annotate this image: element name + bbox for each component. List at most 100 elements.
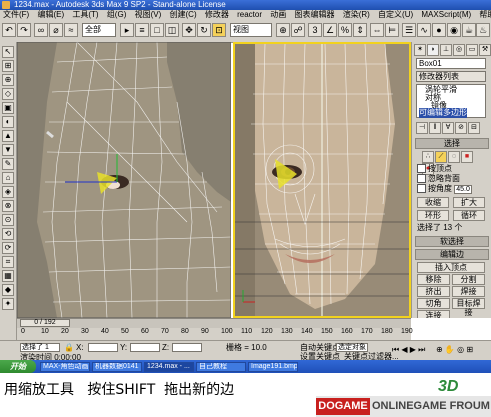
tool-icon[interactable]: ↖ (2, 46, 14, 58)
rollout-soft-selection[interactable]: 软选择 (415, 236, 489, 247)
selection-filter-dropdown[interactable]: 全部 (82, 23, 116, 37)
tool-icon[interactable]: ⊗ (2, 200, 14, 212)
menu-group[interactable]: 组(G) (107, 10, 127, 19)
tool-icon[interactable]: ⟳ (2, 242, 14, 254)
taskbar-item[interactable]: MAX-角色动画 (40, 362, 90, 372)
extrude-button[interactable]: 挤出 (417, 286, 450, 297)
pin-stack-icon[interactable]: ⊣ (416, 122, 428, 134)
selected-object-dropdown[interactable]: 选定对象 (336, 343, 368, 352)
modifier-list-dropdown[interactable]: 修改器列表 (416, 71, 486, 82)
tool-icon[interactable]: ⊞ (2, 60, 14, 72)
select-rotate-icon[interactable]: ↻ (197, 23, 211, 37)
angle-snap-icon[interactable]: ∠ (323, 23, 337, 37)
rollout-selection[interactable]: 选择 (415, 138, 489, 149)
tool-icon[interactable]: ⌗ (2, 256, 14, 268)
viewport-front[interactable] (233, 42, 411, 318)
remove-modifier-icon[interactable]: ⊘ (455, 122, 467, 134)
menu-modifiers[interactable]: 修改器 (205, 10, 229, 19)
menu-create[interactable]: 创建(C) (170, 10, 197, 19)
render-setup-icon[interactable]: ◉ (447, 23, 461, 37)
menu-animation[interactable]: 动画 (270, 10, 286, 19)
lock-selection-icon[interactable]: 🔒 (64, 343, 74, 352)
layer-manager-icon[interactable]: ☰ (402, 23, 416, 37)
quick-render-icon[interactable]: ☕ (462, 23, 476, 37)
tool-icon[interactable]: ▣ (2, 102, 14, 114)
display-tab-icon[interactable]: ▭ (466, 44, 478, 56)
window-crossing-icon[interactable]: ◫ (165, 23, 179, 37)
menu-file[interactable]: 文件(F) (3, 10, 29, 19)
modify-tab-icon[interactable]: ◗ (427, 44, 439, 56)
snap-toggle-icon[interactable]: 3 (308, 23, 322, 37)
link-icon[interactable]: ∞ (34, 23, 48, 37)
create-tab-icon[interactable]: ✶ (414, 44, 426, 56)
make-unique-icon[interactable]: ∀ (442, 122, 454, 134)
grow-button[interactable]: 扩大 (453, 197, 485, 208)
material-editor-icon[interactable]: ● (432, 23, 446, 37)
viewport-left[interactable] (17, 42, 231, 318)
tool-icon[interactable]: ◐ (2, 116, 14, 128)
by-angle-checkbox[interactable]: 按角度 45.0 (417, 184, 473, 194)
ring-button[interactable]: 环形 (417, 210, 449, 221)
taskbar-item-active[interactable]: 1234.max - ... (144, 362, 194, 372)
hierarchy-tab-icon[interactable]: ⊥ (440, 44, 452, 56)
taskbar-item[interactable]: Image191.bmp (248, 362, 298, 372)
tool-icon[interactable]: ⊙ (2, 214, 14, 226)
show-end-result-icon[interactable]: ‖ (429, 122, 441, 134)
play-controls[interactable]: ⏮ ◀ ▶ ⏭ (392, 345, 425, 354)
select-move-icon[interactable]: ✥ (182, 23, 196, 37)
unlink-icon[interactable]: ⌀ (49, 23, 63, 37)
tool-icon[interactable]: ⊕ (2, 74, 14, 86)
connect-button[interactable]: 连接 (417, 310, 450, 318)
time-slider-thumb[interactable]: 0 / 192 (20, 319, 70, 327)
align-icon[interactable]: ⊨ (385, 23, 399, 37)
shrink-button[interactable]: 收缩 (417, 197, 449, 208)
menu-rendering[interactable]: 渲染(R) (343, 10, 370, 19)
x-coord-field[interactable] (88, 343, 118, 352)
edge-mode-icon[interactable]: ⟋ (435, 151, 447, 163)
loop-button[interactable]: 循环 (453, 210, 485, 221)
start-button[interactable]: 开始 (0, 360, 36, 373)
tool-icon[interactable]: ▼ (2, 144, 14, 156)
spinner-snap-icon[interactable]: ⇕ (353, 23, 367, 37)
target-weld-button[interactable]: 目标焊接 (452, 298, 485, 317)
pivot-center-icon[interactable]: ⊕ (276, 23, 290, 37)
menu-help[interactable]: 帮助(H) (479, 10, 491, 19)
render-teapot-icon[interactable]: ♨ (476, 23, 490, 37)
utilities-tab-icon[interactable]: ⚒ (479, 44, 491, 56)
menu-graph-editors[interactable]: 图表编辑器 (294, 10, 334, 19)
y-coord-field[interactable] (130, 343, 160, 352)
mirror-icon[interactable]: ⇔ (370, 23, 384, 37)
tool-icon[interactable]: ✦ (2, 298, 14, 310)
ignore-backfacing-checkbox[interactable]: 忽略背面 (417, 174, 460, 184)
tool-icon[interactable]: ▦ (2, 270, 14, 282)
angle-value-field[interactable]: 45.0 (454, 185, 473, 194)
percent-snap-icon[interactable]: % (338, 23, 352, 37)
bind-space-warp-icon[interactable]: ≈ (64, 23, 78, 37)
configure-sets-icon[interactable]: ⊟ (468, 122, 480, 134)
vertex-mode-icon[interactable]: ∴ (422, 151, 434, 163)
menu-tools[interactable]: 工具(T) (72, 10, 98, 19)
redo-icon[interactable]: ↷ (17, 23, 31, 37)
viewport-nav-icons[interactable]: ⊕ ✋ ◎ ⊞ (436, 345, 473, 354)
polygon-mode-icon[interactable]: ■ (461, 151, 473, 163)
motion-tab-icon[interactable]: ◎ (453, 44, 465, 56)
select-object-icon[interactable]: ▸ (120, 23, 134, 37)
menu-views[interactable]: 视图(V) (135, 10, 162, 19)
object-name-field[interactable]: Box01 (416, 58, 486, 69)
tool-icon[interactable]: ◈ (2, 186, 14, 198)
reference-coordinate-dropdown[interactable]: 视图 (230, 23, 272, 37)
by-vertex-checkbox[interactable]: 按顶点 (417, 164, 452, 174)
tool-icon[interactable]: ▲ (2, 130, 14, 142)
menu-reactor[interactable]: reactor (237, 10, 262, 19)
menu-edit[interactable]: 编辑(E) (37, 10, 64, 19)
modifier-stack[interactable]: 涡轮平滑 对称 镜像 可编辑多边形 (416, 84, 486, 118)
taskbar-item[interactable]: 自己教程 (196, 362, 246, 372)
tool-icon[interactable]: ⌂ (2, 172, 14, 184)
tool-icon[interactable]: ✎ (2, 158, 14, 170)
chamfer-button[interactable]: 切角 (417, 298, 450, 309)
insert-vertex-button[interactable]: 插入顶点 (417, 262, 485, 273)
region-select-icon[interactable]: □ (150, 23, 164, 37)
taskbar-item[interactable]: 机器数据0141 (92, 362, 142, 372)
tool-icon[interactable]: ◇ (2, 88, 14, 100)
timeline-ruler[interactable]: 0 10 20 30 40 50 60 70 80 90 100 110 120 130 140 150 160… (17, 328, 413, 340)
